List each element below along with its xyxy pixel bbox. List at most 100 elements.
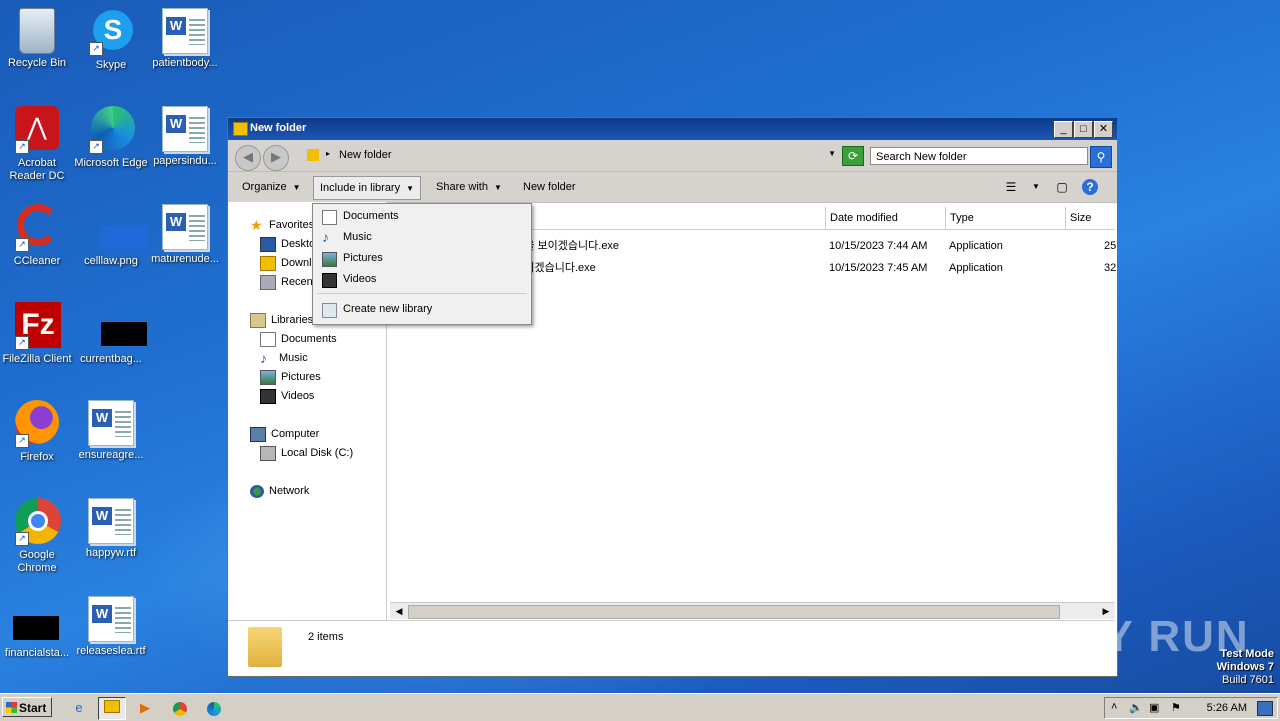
nav-network[interactable]: Network [250, 482, 309, 500]
desktop-icon-skype[interactable]: S ↗ Skype [74, 8, 148, 72]
search-icon[interactable]: ⚲ [1090, 146, 1112, 168]
menu-item-music[interactable]: ♪ Music [313, 227, 529, 248]
forward-button[interactable]: ▶ [263, 145, 289, 171]
speaker-icon[interactable]: 🔈 [1129, 701, 1143, 714]
nav-computer[interactable]: Computer [250, 425, 319, 443]
back-button[interactable]: ◀ [235, 145, 261, 171]
start-button[interactable]: Start [2, 697, 52, 717]
nav-documents[interactable]: Documents [260, 330, 337, 348]
test-mode-watermark: Test Mode Windows 7 Build 7601 [1217, 648, 1274, 687]
desktop-icon-filezilla[interactable]: Fz ↗ FileZilla Client [0, 302, 74, 366]
desktop-icon-label: happyw.rtf [85, 547, 137, 559]
menu-item-videos[interactable]: Videos [313, 269, 529, 290]
chevron-right-icon[interactable]: ▸ [326, 149, 330, 158]
file-size: 25 [1104, 240, 1117, 252]
desktop-icon-ensureagre[interactable]: W ensureagre... [74, 400, 148, 462]
nav-label: Libraries [271, 314, 314, 326]
menu-item-pictures[interactable]: Pictures [313, 248, 529, 269]
refresh-button[interactable]: ⟳ [842, 146, 864, 166]
chrome-icon[interactable] [167, 697, 193, 718]
network-tray-icon[interactable]: ▣ [1149, 701, 1159, 714]
chevron-down-icon[interactable]: ▼ [828, 149, 836, 158]
explorer-taskbar-button[interactable] [98, 697, 126, 720]
show-desktop-icon[interactable] [1257, 701, 1273, 716]
include-in-library-menu: Documents ♪ Music Pictures Videos Create … [312, 203, 532, 325]
minimize-button[interactable]: _ [1054, 121, 1073, 138]
desktop-icon-label: financialsta... [4, 647, 70, 659]
desktop-icon-celllaw[interactable]: celllaw.png [74, 204, 148, 268]
word-doc-icon: W [88, 498, 134, 544]
desktop-icon [260, 236, 276, 252]
edge-icon: ↗ [87, 106, 135, 154]
folder-icon [248, 627, 282, 667]
nav-pictures[interactable]: Pictures [260, 368, 321, 386]
desktop-icon-happyw[interactable]: W happyw.rtf [74, 498, 148, 560]
desktop-icon-currentbag[interactable]: currentbag... [74, 302, 148, 366]
organize-button[interactable]: Organize ▼ [236, 178, 307, 196]
chevron-down-icon[interactable]: ▼ [1028, 179, 1044, 195]
desktop-icon-financialsta[interactable]: financialsta... [0, 596, 74, 660]
scroll-thumb[interactable] [408, 605, 1060, 619]
close-button[interactable]: ✕ [1094, 121, 1113, 138]
desktop-icon-label: Microsoft Edge [74, 157, 148, 169]
desktop-icon-chrome[interactable]: ↗ Google Chrome [0, 498, 74, 575]
desktop-icon-papersindu[interactable]: W papersindu... [148, 106, 222, 168]
include-in-library-button[interactable]: Include in library ▼ [313, 176, 422, 200]
desktop-icon-edge[interactable]: ↗ Microsoft Edge [74, 106, 148, 170]
word-doc-icon: W [162, 8, 208, 54]
maximize-button[interactable]: □ [1074, 121, 1093, 138]
chevron-up-icon[interactable]: ˄ [1111, 701, 1117, 713]
media-player-icon[interactable]: ▶ [132, 697, 158, 718]
share-with-button[interactable]: Share with ▼ [430, 178, 508, 196]
horizontal-scrollbar[interactable]: ◀ ▶ [390, 602, 1115, 619]
preview-pane-icon[interactable]: ▢ [1054, 179, 1070, 195]
pictures-icon [260, 369, 276, 385]
search-input[interactable]: Search New folder [870, 147, 1088, 165]
column-type[interactable]: Type [945, 207, 1065, 229]
help-icon[interactable]: ? [1082, 179, 1098, 195]
desktop-icon-maturenude[interactable]: W maturenude... [148, 204, 222, 266]
folder-icon [307, 149, 319, 161]
music-icon: ♪ [322, 229, 329, 245]
nav-label: Favorites [269, 219, 315, 231]
desktop-icon-label: currentbag... [80, 353, 142, 365]
desktop-icon-label: maturenude... [151, 253, 219, 265]
nav-music[interactable]: ♪ Music [260, 349, 308, 367]
nav-favorites[interactable]: ★ Favorites [250, 216, 314, 234]
item-count: 2 items [308, 631, 344, 643]
desktop-icon-firefox[interactable]: ↗ Firefox [0, 400, 74, 464]
nav-libraries[interactable]: Libraries [250, 311, 313, 329]
desktop-icon-releaseslea[interactable]: W releaseslea.rtf [74, 596, 148, 658]
desktop-icon-patientbody[interactable]: W patientbody... [148, 8, 222, 70]
file-size: 32 [1104, 262, 1117, 274]
address-path[interactable]: New folder [339, 149, 392, 161]
videos-icon [322, 273, 337, 288]
desktop-icon-recycle-bin[interactable]: Recycle Bin [0, 8, 74, 70]
chevron-down-icon: ▼ [292, 183, 301, 192]
desktop-icon-label: CCleaner [13, 255, 61, 267]
clock[interactable]: 5:26 AM [1207, 702, 1247, 714]
black-file-icon [87, 302, 147, 350]
action-center-icon[interactable]: ⚑ [1171, 701, 1181, 714]
menu-item-create-new-library[interactable]: Create new library [313, 299, 529, 320]
watermark-line: Test Mode [1220, 648, 1274, 660]
view-options-icon[interactable]: ☰ [1003, 179, 1019, 195]
file-type: Application [949, 262, 1003, 274]
scroll-left-icon[interactable]: ◀ [392, 604, 406, 618]
edge-icon[interactable] [201, 697, 227, 718]
column-date-modified[interactable]: Date modified [825, 207, 945, 229]
star-icon: ★ [250, 216, 263, 233]
nav-label: Computer [271, 428, 320, 440]
nav-local-disk[interactable]: Local Disk (C:) [260, 444, 353, 462]
title-bar[interactable]: New folder _ □ ✕ [228, 118, 1117, 140]
internet-explorer-icon[interactable]: e [66, 697, 92, 718]
nav-videos[interactable]: Videos [260, 387, 314, 405]
word-doc-icon: W [162, 106, 208, 152]
address-bar[interactable]: ▸ New folder ▼ [304, 145, 836, 165]
desktop-icon-label: Google Chrome [17, 549, 57, 574]
desktop-icon-ccleaner[interactable]: ↗ CCleaner [0, 204, 74, 268]
column-size[interactable]: Size [1065, 207, 1115, 229]
new-folder-button[interactable]: New folder [517, 178, 582, 196]
menu-item-documents[interactable]: Documents [313, 206, 529, 227]
desktop-icon-acrobat[interactable]: ⋀ ↗ Acrobat Reader DC [0, 106, 74, 183]
